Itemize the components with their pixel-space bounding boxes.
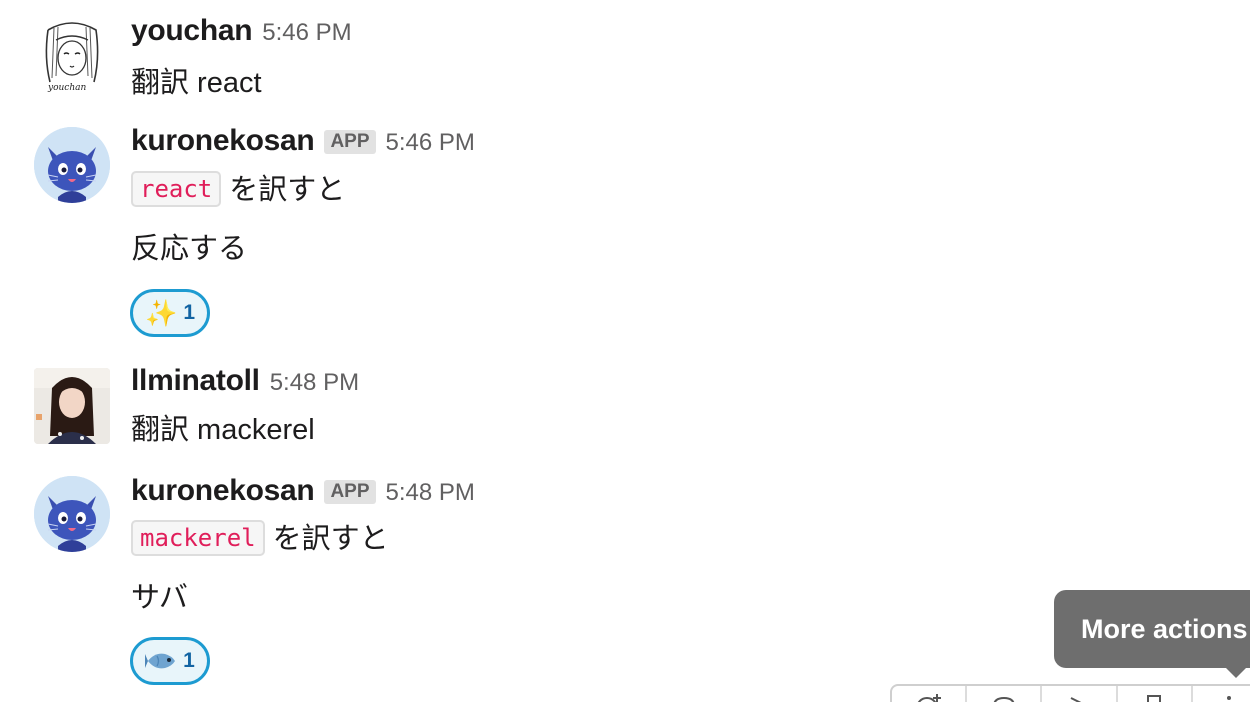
- share-message-button[interactable]: [1042, 686, 1118, 702]
- message-text-suffix: を訳すと: [272, 523, 389, 555]
- app-badge: APP: [324, 480, 376, 504]
- message-actions-bar: [890, 684, 1250, 702]
- message-text: 翻訳 mackerel: [131, 414, 315, 446]
- avatar[interactable]: [34, 476, 110, 552]
- more-actions-button[interactable]: [1193, 686, 1250, 702]
- blue-cat-icon: [34, 127, 110, 203]
- avatar[interactable]: [34, 127, 110, 203]
- timestamp[interactable]: 5:48 PM: [386, 479, 475, 507]
- add-reaction-button[interactable]: [892, 686, 968, 702]
- message-header: llminatoll 5:48 PM: [131, 364, 359, 398]
- reply-in-thread-button[interactable]: [967, 686, 1043, 702]
- message-text: react を訳すと: [131, 171, 345, 210]
- more-actions-tooltip: More actions: [1054, 590, 1250, 668]
- reaction-pill[interactable]: 1: [130, 637, 210, 685]
- reaction-count: 1: [183, 649, 195, 672]
- sketch-portrait-icon: youchan: [34, 18, 110, 94]
- message-header: kuronekosan APP 5:46 PM: [131, 124, 475, 158]
- save-message-button[interactable]: [1118, 686, 1193, 702]
- sparkles-emoji: ✨: [144, 298, 178, 328]
- username[interactable]: kuronekosan: [131, 474, 315, 508]
- reply-in-thread-icon: [993, 696, 1015, 702]
- save-message-icon: [1147, 695, 1162, 702]
- username[interactable]: kuronekosan: [131, 124, 315, 158]
- translation-result: サバ: [131, 582, 188, 614]
- timestamp[interactable]: 5:48 PM: [270, 369, 359, 397]
- add-reaction-icon: [917, 694, 941, 702]
- timestamp[interactable]: 5:46 PM: [262, 19, 351, 47]
- message-text-suffix: を訳すと: [229, 174, 346, 206]
- reaction-count: 1: [183, 301, 196, 324]
- username[interactable]: youchan: [131, 14, 253, 48]
- more-actions-icon: [1227, 696, 1232, 700]
- share-message-icon: [1070, 697, 1082, 702]
- translation-result: 反応する: [131, 233, 248, 265]
- app-badge: APP: [324, 130, 376, 154]
- timestamp[interactable]: 5:46 PM: [386, 129, 475, 157]
- svg-text:youchan: youchan: [47, 83, 87, 93]
- message-header: youchan 5:46 PM: [131, 14, 352, 48]
- blue-cat-icon: [34, 476, 110, 552]
- username[interactable]: llminatoll: [131, 364, 260, 398]
- message-header: kuronekosan APP 5:48 PM: [131, 474, 475, 508]
- avatar[interactable]: [34, 368, 110, 444]
- avatar[interactable]: youchan: [34, 18, 110, 94]
- message-text: mackerel を訳すと: [131, 520, 389, 559]
- tooltip-arrow: [1224, 666, 1248, 678]
- fish-emoji: [145, 650, 177, 672]
- photo-portrait-icon: [34, 368, 110, 444]
- inline-code: mackerel: [131, 520, 265, 556]
- message-list: youchan youchan 5:46 PM 翻訳 react kuronek…: [0, 0, 1250, 702]
- reaction-pill[interactable]: ✨ 1: [130, 289, 210, 337]
- inline-code: react: [131, 171, 222, 207]
- message-text: 翻訳 react: [131, 67, 262, 99]
